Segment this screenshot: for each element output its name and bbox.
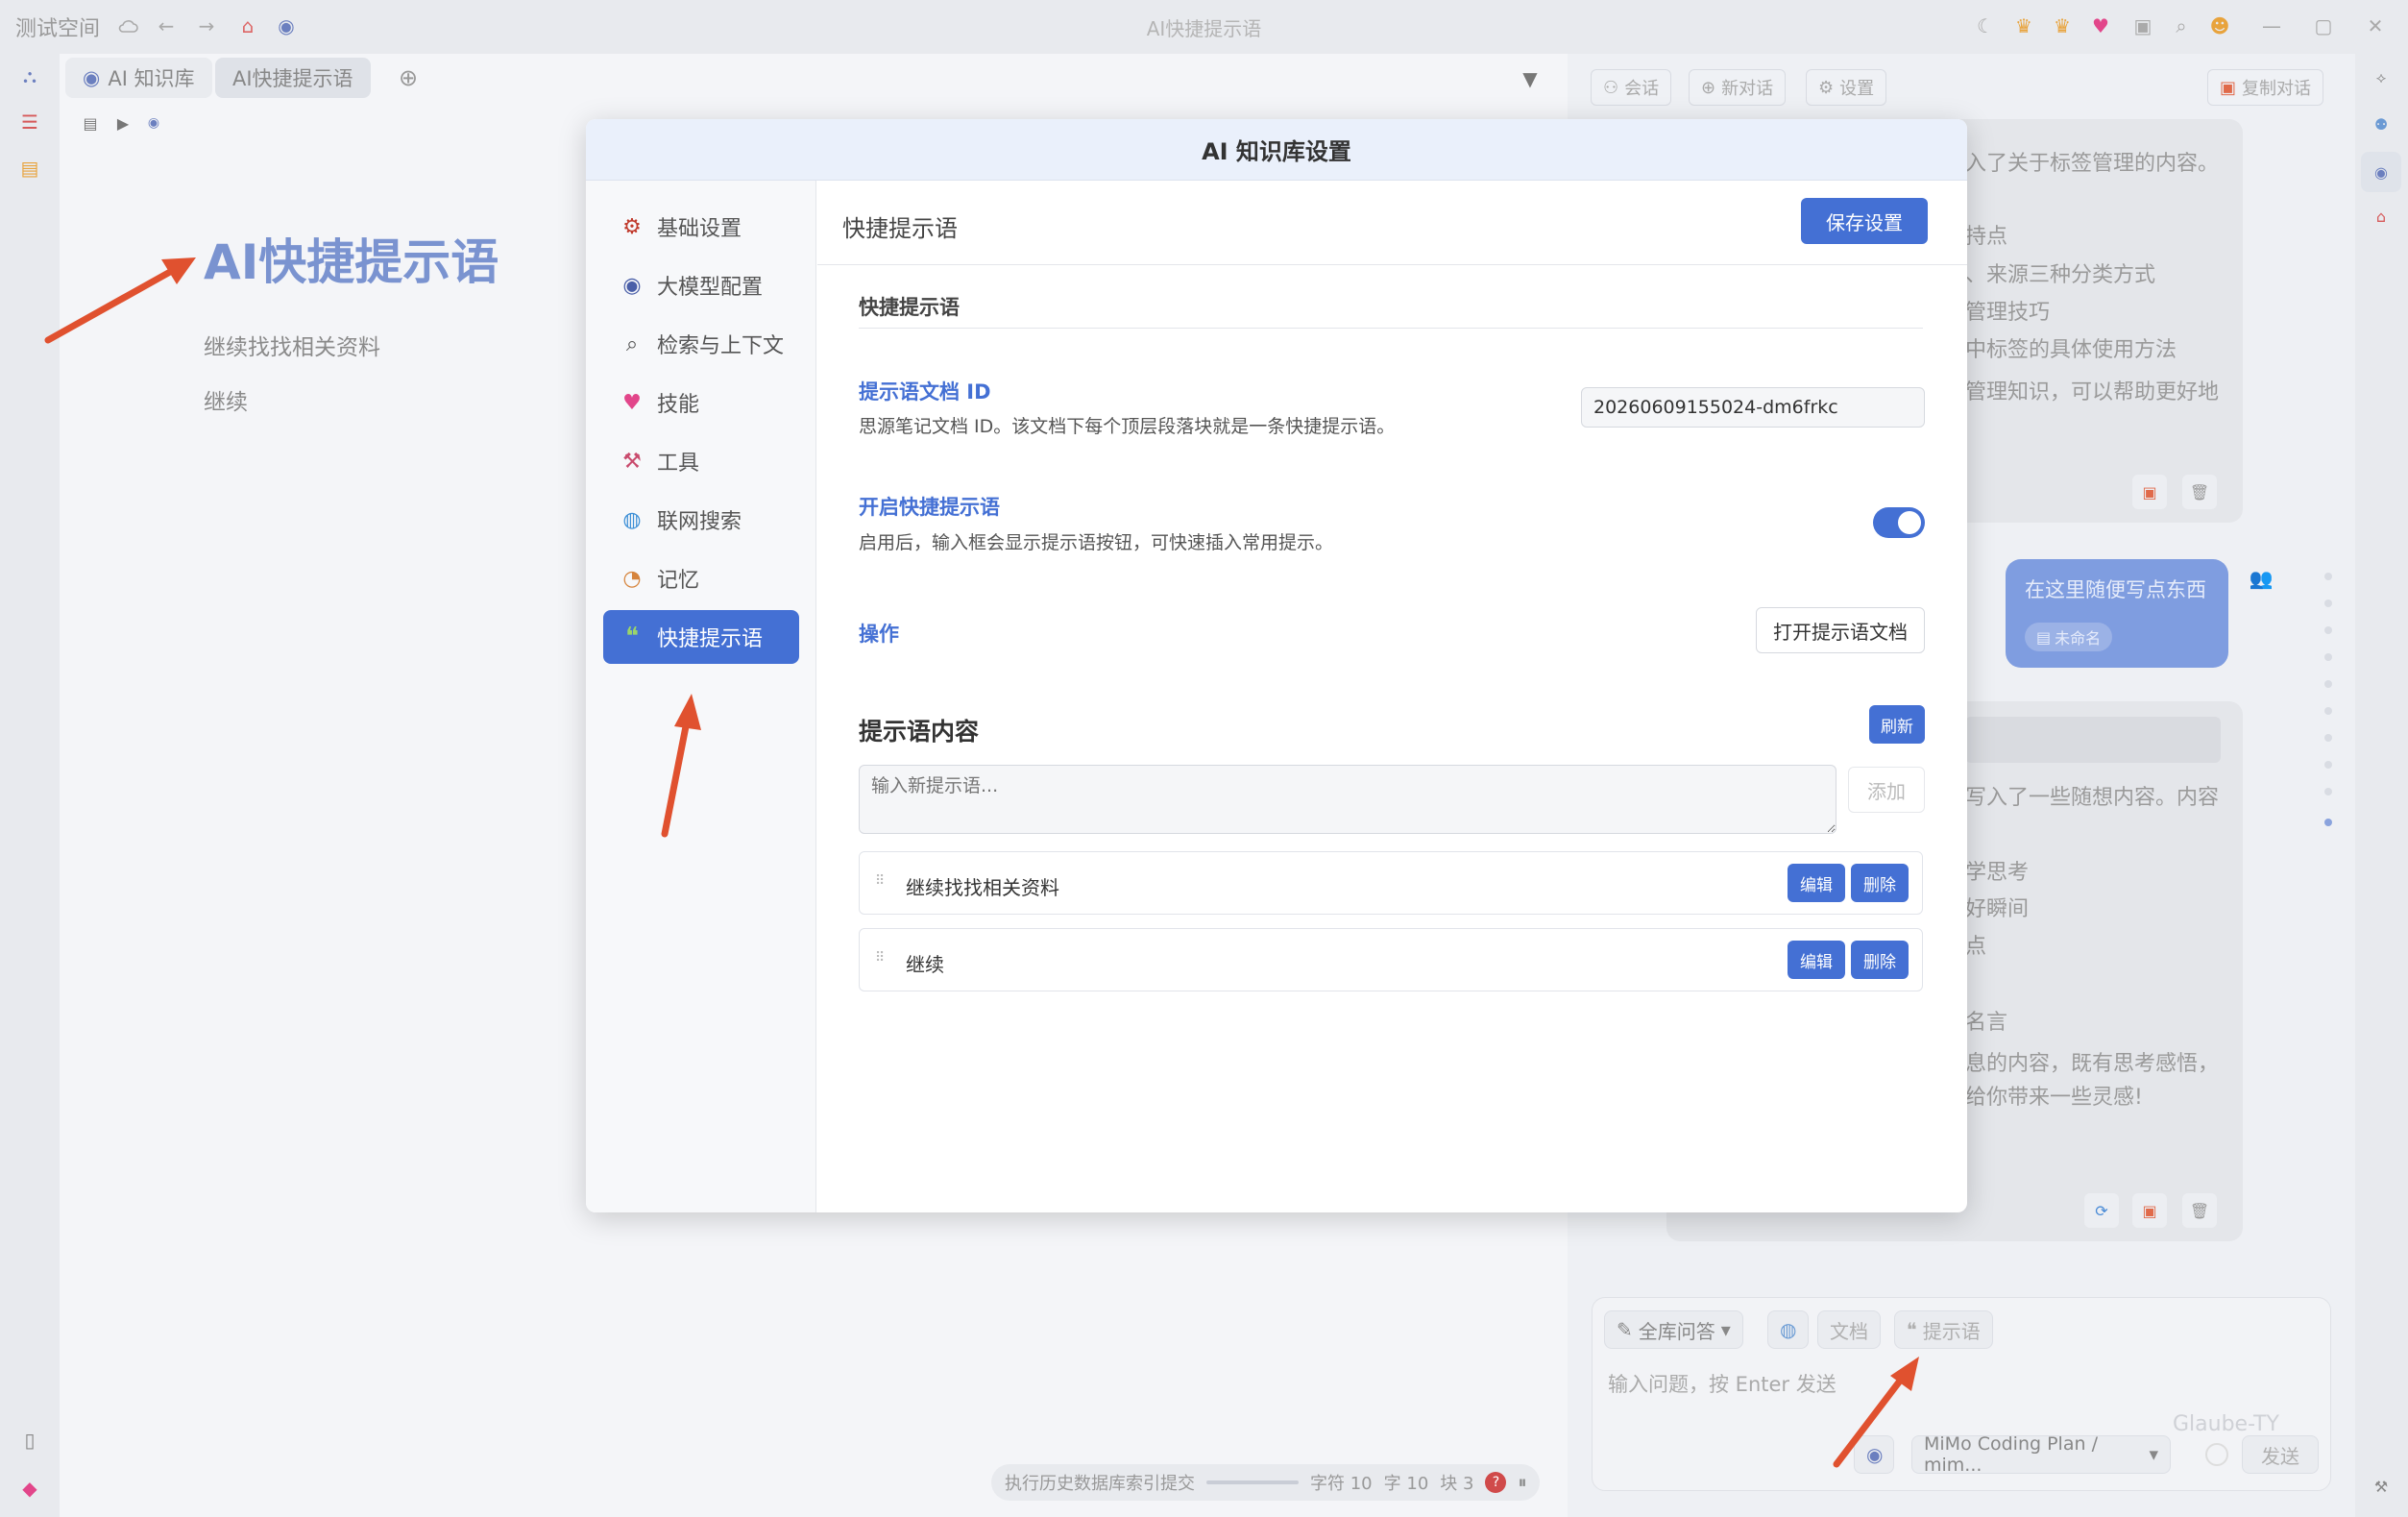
arrow-to-quick-prompt-nav [661,694,701,838]
arrow-to-doc-title [44,257,196,344]
annotation-arrows [44,257,1919,1468]
arrow-to-prompt-button [1833,1357,1919,1468]
